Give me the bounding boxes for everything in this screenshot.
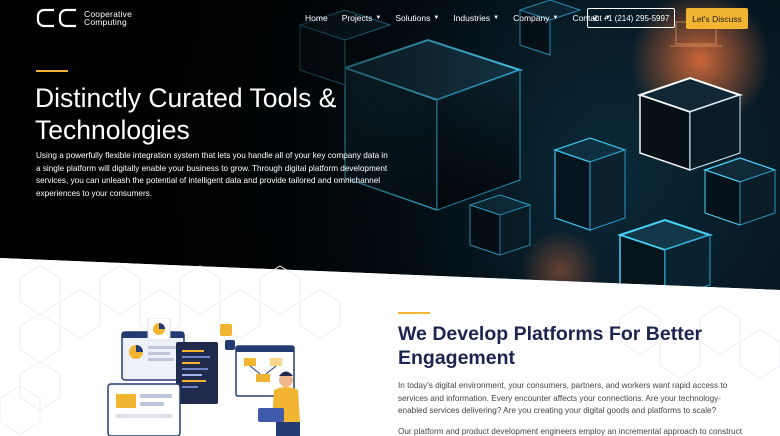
nav-company[interactable]: Company ▼ (513, 13, 558, 23)
brand-line-2: Computing (84, 17, 127, 27)
phone-number: +1 (214) 295-5997 (603, 13, 670, 23)
phone-icon: ✆ (592, 13, 600, 23)
chevron-down-icon: ▼ (433, 15, 440, 21)
section-paragraph-2: Our platform and product development eng… (398, 427, 743, 436)
brand-name: Cooperative Computing (84, 10, 132, 27)
chevron-down-icon: ▼ (493, 15, 500, 21)
section-accent-line (398, 312, 430, 314)
nav-solutions[interactable]: Solutions ▼ (395, 13, 439, 23)
brand-logo[interactable]: Cooperative Computing (36, 8, 132, 28)
hero-title: Distinctly Curated Tools & Technologies (35, 83, 337, 145)
nav-industries[interactable]: Industries ▼ (453, 13, 499, 23)
main-menu: Home Projects ▼ Solutions ▼ Industries ▼… (305, 13, 625, 23)
phone-button[interactable]: ✆ +1 (214) 295-5997 (587, 8, 675, 28)
section-title: We Develop Platforms For Better Engageme… (398, 323, 703, 369)
nav-projects[interactable]: Projects ▼ (342, 13, 382, 23)
nav-projects-label: Projects (341, 13, 373, 23)
nav-home-label: Home (305, 13, 328, 23)
lets-discuss-button[interactable]: Let's Discuss (686, 8, 748, 29)
section-paragraph-1: In today's digital environment, your con… (398, 381, 728, 415)
chevron-down-icon: ▼ (552, 15, 559, 21)
nav-home[interactable]: Home (305, 13, 328, 23)
hero-accent-line (36, 70, 68, 72)
cc-logo-icon (36, 8, 76, 28)
nav-company-label: Company (513, 13, 550, 23)
platform-development-illustration (107, 318, 300, 436)
nav-industries-label: Industries (453, 13, 491, 23)
top-navigation: Cooperative Computing Home Projects ▼ So… (0, 0, 780, 38)
chevron-down-icon: ▼ (375, 15, 382, 21)
hero-description: Using a powerfully flexible integration … (36, 151, 388, 199)
nav-solutions-label: Solutions (395, 13, 431, 23)
